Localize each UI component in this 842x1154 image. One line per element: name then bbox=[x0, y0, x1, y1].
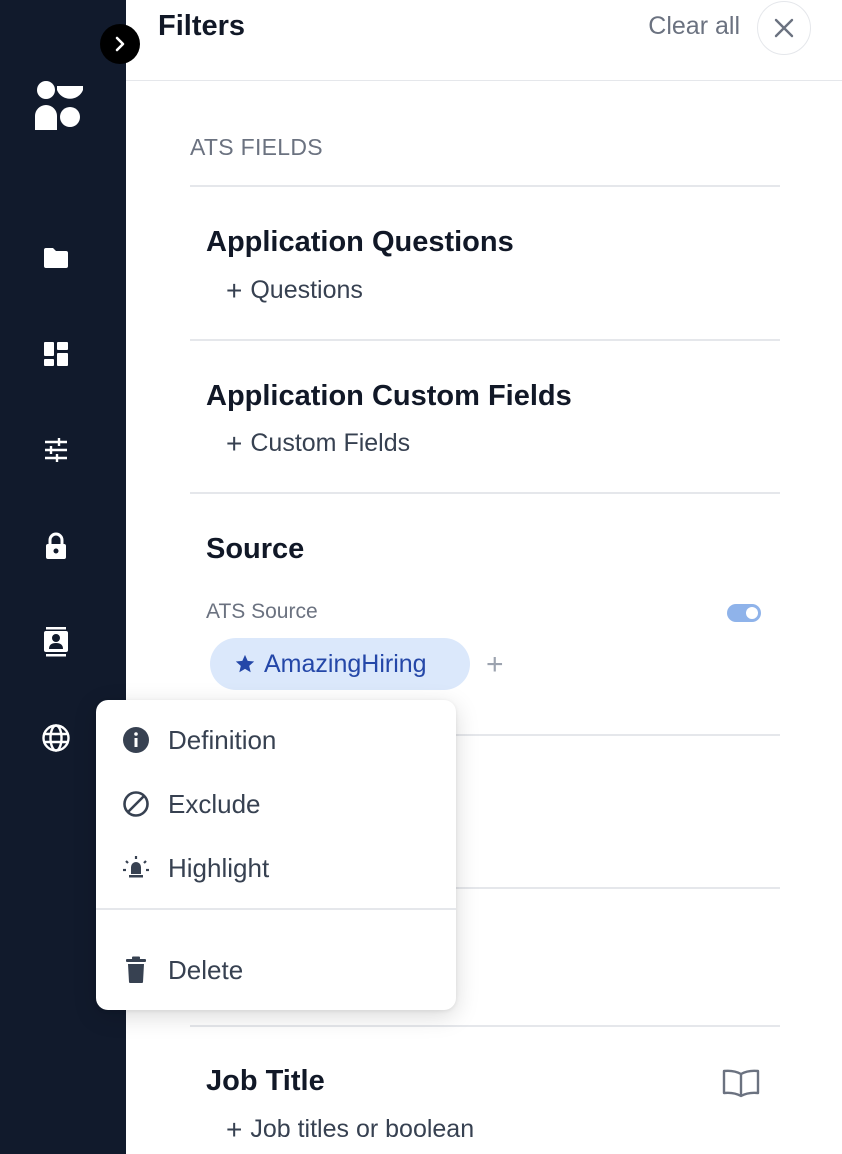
plus-icon: + bbox=[226, 1113, 243, 1145]
globe-icon[interactable] bbox=[40, 722, 72, 754]
add-job-titles-button[interactable]: + Job titles or boolean bbox=[226, 1115, 474, 1144]
plus-icon: + bbox=[226, 274, 243, 306]
lock-icon[interactable] bbox=[40, 530, 72, 562]
chip-label: AmazingHiring bbox=[264, 649, 427, 678]
toggle-knob bbox=[746, 607, 758, 619]
star-icon bbox=[235, 654, 255, 673]
dashboard-icon[interactable] bbox=[40, 338, 72, 370]
menu-item-definition[interactable]: Definition bbox=[96, 712, 456, 768]
application-custom-fields-title: Application Custom Fields bbox=[206, 380, 572, 412]
filters-header: Filters Clear all bbox=[126, 0, 842, 81]
highlight-icon bbox=[122, 854, 150, 882]
application-questions-title: Application Questions bbox=[206, 226, 514, 258]
chevron-right-icon bbox=[115, 36, 125, 52]
section-group-label: ATS FIELDS bbox=[190, 134, 323, 160]
block-icon bbox=[122, 790, 150, 818]
info-icon bbox=[122, 726, 150, 754]
brand-logo-icon bbox=[35, 80, 83, 130]
add-source-button[interactable]: + bbox=[486, 650, 504, 680]
folder-icon[interactable] bbox=[40, 242, 72, 274]
source-title: Source bbox=[206, 533, 305, 565]
sliders-icon[interactable] bbox=[40, 434, 72, 466]
source-chip[interactable]: AmazingHiring bbox=[210, 638, 470, 690]
plus-icon: + bbox=[226, 427, 243, 459]
menu-item-highlight[interactable]: Highlight bbox=[96, 840, 456, 896]
contact-card-icon[interactable] bbox=[40, 626, 72, 658]
close-icon bbox=[774, 18, 794, 38]
menu-item-delete[interactable]: Delete bbox=[96, 942, 456, 998]
divider bbox=[190, 339, 780, 341]
page-title: Filters bbox=[158, 10, 246, 42]
menu-item-exclude[interactable]: Exclude bbox=[96, 776, 456, 832]
job-title-title: Job Title bbox=[206, 1065, 325, 1097]
trash-icon bbox=[122, 956, 150, 984]
ats-source-label: ATS Source bbox=[206, 600, 318, 623]
menu-separator bbox=[96, 908, 456, 910]
chip-context-menu: Definition Exclude Highlight Delete bbox=[96, 700, 456, 1010]
clear-all-button[interactable]: Clear all bbox=[648, 12, 740, 41]
add-custom-fields-button[interactable]: + Custom Fields bbox=[226, 429, 410, 458]
divider bbox=[190, 1025, 780, 1027]
divider bbox=[190, 492, 780, 494]
book-icon[interactable] bbox=[722, 1068, 760, 1103]
close-button[interactable] bbox=[757, 1, 811, 55]
add-questions-button[interactable]: + Questions bbox=[226, 276, 363, 305]
ats-source-toggle[interactable] bbox=[727, 604, 761, 622]
expand-sidebar-button[interactable] bbox=[100, 24, 140, 64]
divider bbox=[190, 185, 780, 187]
